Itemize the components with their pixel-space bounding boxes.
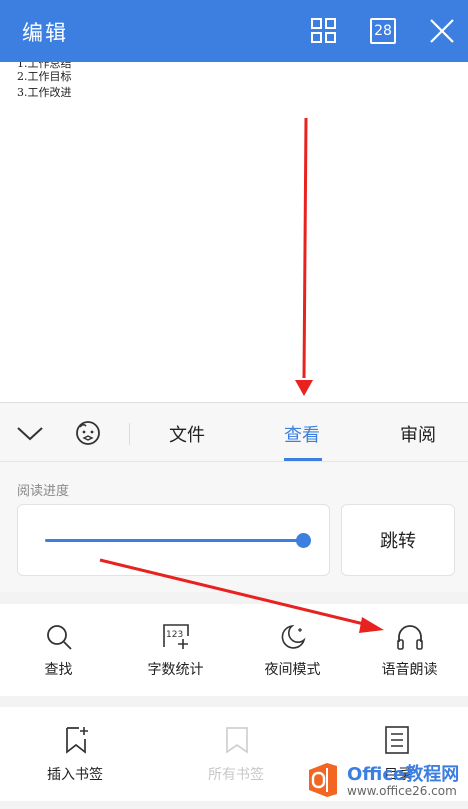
night-mode-button[interactable]: 夜间模式	[234, 604, 351, 696]
page-count: 28	[370, 18, 396, 44]
read-aloud-label: 语音朗读	[381, 662, 438, 678]
doc-line: 3.工作改进	[17, 86, 72, 99]
night-mode-label: 夜间模式	[264, 662, 321, 678]
slider-track	[45, 539, 303, 542]
reading-progress-section: 阅读进度 跳转	[0, 462, 468, 592]
doc-line: 2.工作目标	[17, 70, 72, 83]
bookmark-icon	[226, 727, 248, 754]
insert-bookmark-label: 插入书签	[47, 767, 103, 783]
collapse-chevron-icon[interactable]	[14, 419, 46, 447]
ribbon-tab-bar: 文件 查看 审阅	[0, 402, 468, 462]
close-icon[interactable]	[426, 15, 458, 47]
table-of-contents-icon	[385, 726, 409, 754]
word-count-label: 字数统计	[147, 662, 204, 678]
tab-review[interactable]: 审阅	[400, 421, 436, 447]
insert-bookmark-button[interactable]: 插入书签	[0, 707, 160, 801]
site-watermark: Office教程网 www.office26.com	[303, 758, 465, 804]
svg-text:123: 123	[166, 630, 183, 640]
find-button[interactable]: 查找	[0, 604, 117, 696]
night-mode-icon	[281, 624, 306, 649]
office-logo-icon	[309, 763, 337, 797]
word-count-button[interactable]: 123 字数统计	[117, 604, 234, 696]
jump-button[interactable]: 跳转	[341, 504, 455, 576]
watermark-url: www.office26.com	[347, 784, 457, 798]
read-aloud-button[interactable]: 语音朗读	[351, 604, 468, 696]
grid-view-icon[interactable]	[308, 15, 340, 47]
reading-progress-label: 阅读进度	[17, 484, 70, 499]
watermark-brand: Office教程网	[347, 764, 460, 785]
page-title: 编辑	[22, 21, 68, 45]
word-count-icon: 123	[163, 624, 189, 649]
document-area[interactable]: 1.工作总结 2.工作目标 3.工作改进	[0, 62, 468, 402]
tab-view[interactable]: 查看	[284, 421, 320, 447]
active-tab-indicator	[284, 458, 322, 461]
all-bookmarks-button[interactable]: 所有书签	[156, 707, 316, 801]
top-bar: 编辑 28	[0, 0, 468, 62]
reading-progress-slider[interactable]	[17, 504, 330, 576]
search-icon	[47, 625, 72, 650]
headphones-icon	[397, 625, 423, 650]
all-bookmarks-label: 所有书签	[208, 767, 264, 783]
view-tools-row: 查找 123 字数统计 夜间模式 语音朗读	[0, 604, 468, 696]
face-icon[interactable]	[72, 417, 104, 449]
find-label: 查找	[44, 662, 73, 678]
page-count-button[interactable]: 28	[367, 15, 399, 47]
tab-divider	[129, 423, 130, 445]
slider-thumb[interactable]	[296, 533, 311, 548]
bookmark-add-icon	[66, 727, 88, 754]
tab-file[interactable]: 文件	[169, 421, 205, 447]
